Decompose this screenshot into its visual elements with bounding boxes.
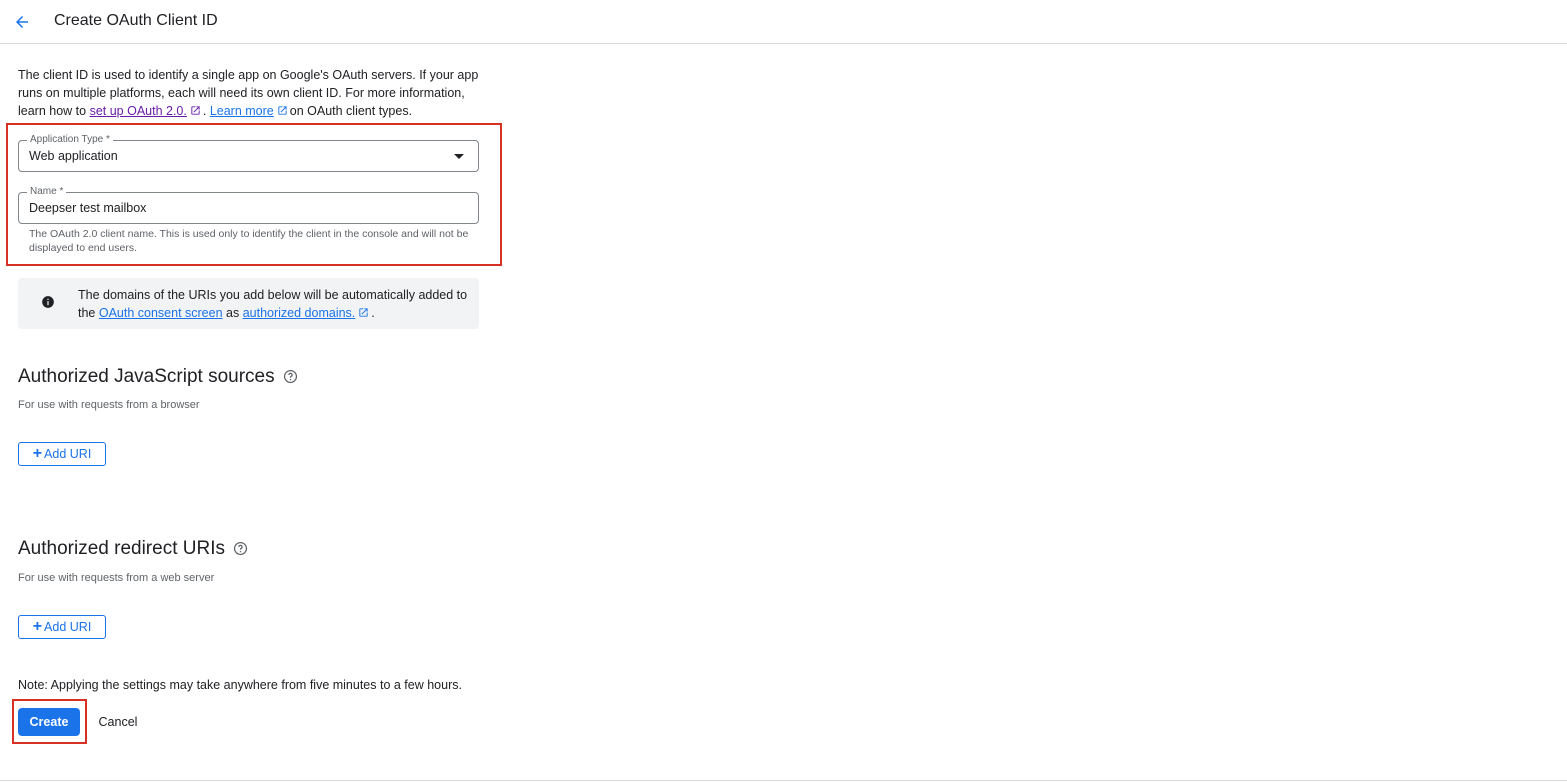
add-js-origin-label: Add URI: [44, 447, 92, 461]
page-title: Create OAuth Client ID: [54, 12, 218, 29]
dropdown-arrow-icon: [454, 154, 464, 159]
js-sources-title: Authorized JavaScript sources: [18, 366, 275, 387]
js-sources-section-title: Authorized JavaScript sources: [18, 365, 298, 389]
info-text-mid: as: [222, 306, 243, 320]
back-button[interactable]: [10, 10, 34, 34]
application-type-select[interactable]: Application Type * Web application: [18, 134, 479, 172]
js-sources-subtitle: For use with requests from a browser: [18, 399, 200, 411]
name-value: Deepser test mailbox: [29, 201, 147, 215]
plus-icon: +: [32, 445, 43, 462]
name-helper-text: The OAuth 2.0 client name. This is used …: [29, 228, 469, 254]
intro-text-separator: .: [202, 104, 210, 118]
redirect-uris-subtitle: For use with requests from a web server: [18, 572, 215, 584]
arrow-back-icon: [16, 16, 28, 28]
help-icon[interactable]: [233, 541, 248, 556]
info-text-end: .: [371, 306, 375, 320]
oauth-consent-screen-link[interactable]: OAuth consent screen: [99, 306, 223, 320]
add-redirect-uri-button[interactable]: + Add URI: [18, 615, 106, 639]
add-redirect-uri-label: Add URI: [44, 620, 92, 634]
name-label: Name *: [27, 186, 67, 198]
intro-text-end: on OAuth client types.: [289, 104, 413, 118]
learn-more-link[interactable]: Learn more: [210, 104, 274, 118]
bottom-divider: [0, 780, 1567, 781]
external-link-icon: [359, 308, 368, 317]
external-link-icon: [191, 106, 200, 115]
info-icon: [42, 296, 54, 308]
application-type-value: Web application: [29, 149, 118, 163]
cancel-button[interactable]: Cancel: [90, 708, 146, 736]
external-link-icon: [278, 106, 287, 115]
help-icon[interactable]: [283, 369, 298, 384]
plus-icon: +: [32, 618, 43, 635]
settings-note: Note: Applying the settings may take any…: [18, 678, 462, 692]
page-header: Create OAuth Client ID: [0, 0, 1567, 44]
redirect-uris-title: Authorized redirect URIs: [18, 538, 225, 559]
create-button[interactable]: Create: [18, 708, 80, 736]
redirect-uris-section-title: Authorized redirect URIs: [18, 537, 248, 561]
intro-paragraph: The client ID is used to identify a sing…: [18, 66, 488, 120]
info-banner: The domains of the URIs you add below wi…: [18, 278, 479, 329]
name-input[interactable]: Name * Deepser test mailbox: [18, 186, 479, 224]
authorized-domains-link[interactable]: authorized domains.: [243, 306, 356, 320]
add-js-origin-button[interactable]: + Add URI: [18, 442, 106, 466]
info-text: The domains of the URIs you add below wi…: [78, 286, 473, 322]
setup-oauth-link[interactable]: set up OAuth 2.0.: [90, 104, 187, 118]
application-type-label: Application Type *: [27, 134, 113, 146]
